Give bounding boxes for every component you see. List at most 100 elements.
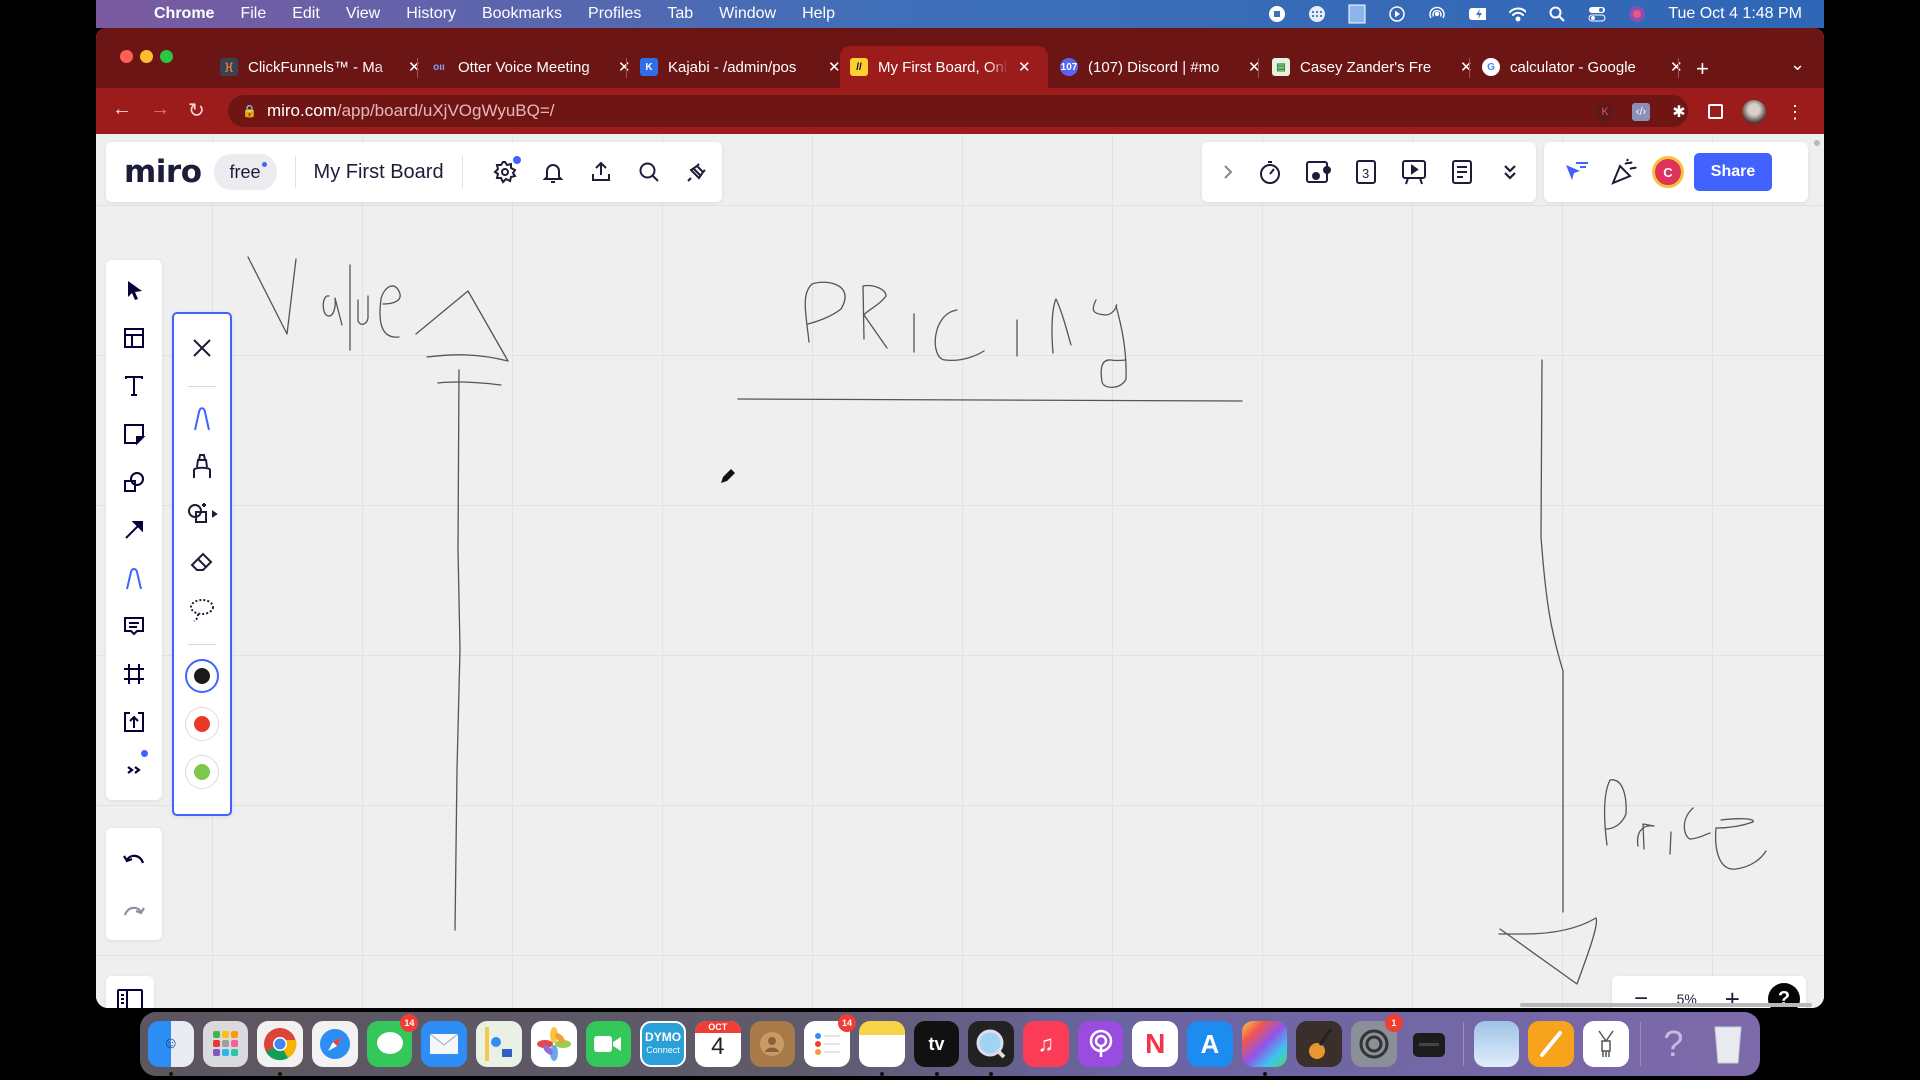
address-bar[interactable]: 🔒 miro.com/app/board/uXjVOgWyuBQ=/ ⇪ ☆ bbox=[228, 95, 1688, 127]
close-tab-icon[interactable]: ✕ bbox=[828, 58, 841, 76]
new-tab-button[interactable]: + bbox=[1696, 56, 1709, 82]
dock-apple-tv[interactable]: tv bbox=[913, 1021, 960, 1076]
integrations-icon[interactable] bbox=[673, 148, 721, 196]
dock-safari[interactable] bbox=[312, 1021, 358, 1067]
wifi-icon[interactable] bbox=[1508, 5, 1527, 23]
horizontal-scrollbar[interactable] bbox=[1520, 1003, 1812, 1007]
lock-icon[interactable]: 🔒 bbox=[242, 104, 257, 118]
menu-edit[interactable]: Edit bbox=[292, 5, 320, 23]
color-red-swatch[interactable] bbox=[178, 704, 226, 744]
tab-discord[interactable]: 107 (107) Discord | #mo ✕ bbox=[1050, 46, 1271, 88]
menu-bookmarks[interactable]: Bookmarks bbox=[482, 5, 562, 23]
dock-reminders[interactable]: 14 bbox=[804, 1014, 856, 1067]
dock-news[interactable]: N bbox=[1132, 1021, 1179, 1067]
upload-tool-icon[interactable] bbox=[110, 702, 158, 742]
lasso-icon[interactable] bbox=[178, 590, 226, 630]
dock-pages-stack[interactable] bbox=[1528, 1021, 1574, 1067]
dymo-icon[interactable] bbox=[1348, 4, 1366, 24]
profile-avatar[interactable] bbox=[1742, 100, 1766, 124]
chrome-menu-icon[interactable]: ⋮ bbox=[1786, 102, 1804, 122]
video-chat-icon[interactable] bbox=[1294, 148, 1342, 196]
keyboard-icon[interactable] bbox=[1308, 5, 1326, 23]
dock-mail[interactable] bbox=[421, 1021, 468, 1067]
dock-photos[interactable] bbox=[530, 1021, 577, 1067]
dock-trash[interactable] bbox=[1705, 1021, 1751, 1067]
play-icon[interactable] bbox=[1388, 5, 1406, 23]
export-icon[interactable] bbox=[577, 148, 625, 196]
smart-drawing-icon[interactable] bbox=[178, 494, 226, 534]
connection-line-tool-icon[interactable] bbox=[110, 510, 158, 550]
tab-miro-active[interactable]: // My First Board, Onl ✕ bbox=[840, 46, 1048, 88]
dock-finder[interactable]: ☺ bbox=[148, 1021, 194, 1076]
maximize-window-button[interactable] bbox=[160, 50, 173, 63]
celebrate-icon[interactable] bbox=[1600, 148, 1648, 196]
tab-search-button[interactable]: ⌄ bbox=[1790, 54, 1805, 75]
dock-facetime[interactable] bbox=[585, 1021, 632, 1067]
reload-button[interactable]: ↻ bbox=[188, 98, 205, 123]
undo-icon[interactable] bbox=[110, 838, 158, 878]
menu-window[interactable]: Window bbox=[719, 5, 776, 23]
menu-view[interactable]: View bbox=[346, 5, 380, 23]
eraser-icon[interactable] bbox=[178, 542, 226, 582]
more-icon[interactable] bbox=[1486, 148, 1534, 196]
shapes-tool-icon[interactable] bbox=[110, 462, 158, 502]
extensions-puzzle-icon[interactable]: ✱ bbox=[1670, 103, 1688, 121]
presentation-icon[interactable] bbox=[1390, 148, 1438, 196]
menu-file[interactable]: File bbox=[240, 5, 266, 23]
dock-system-preferences[interactable]: 1 bbox=[1351, 1014, 1403, 1067]
dock-garageband[interactable] bbox=[1296, 1021, 1343, 1067]
board-name[interactable]: My First Board bbox=[314, 161, 444, 184]
pen-tool-icon[interactable] bbox=[110, 558, 158, 598]
dock-preview-stack[interactable] bbox=[1473, 1021, 1520, 1067]
select-tool-icon[interactable] bbox=[110, 270, 158, 310]
dock-messages[interactable]: 14 bbox=[366, 1014, 419, 1067]
dock-utility-stack[interactable] bbox=[1582, 1021, 1629, 1067]
dock-help[interactable]: ? bbox=[1651, 1021, 1697, 1067]
cursor-filter-icon[interactable] bbox=[1552, 148, 1600, 196]
battery-charging-icon[interactable] bbox=[1468, 5, 1487, 23]
share-button[interactable]: Share bbox=[1694, 153, 1772, 191]
miro-board-canvas[interactable]: miro free My First Board 3 C Share − 5% … bbox=[96, 134, 1824, 1008]
close-tab-icon[interactable]: ✕ bbox=[1460, 58, 1473, 76]
dock-chrome[interactable] bbox=[257, 1021, 304, 1076]
frame-tool-icon[interactable] bbox=[110, 654, 158, 694]
pen-icon[interactable] bbox=[178, 398, 226, 438]
sticky-note-tool-icon[interactable] bbox=[110, 414, 158, 454]
dock-dymo-connect[interactable]: DYMO Connect bbox=[640, 1021, 686, 1067]
tab-kajabi[interactable]: K Kajabi - /admin/pos ✕ bbox=[630, 46, 851, 88]
dock-launchpad[interactable] bbox=[202, 1021, 249, 1067]
miro-logo[interactable]: miro bbox=[124, 154, 202, 190]
comment-tool-icon[interactable] bbox=[110, 606, 158, 646]
notifications-icon[interactable] bbox=[529, 148, 577, 196]
notes-icon[interactable] bbox=[1438, 148, 1486, 196]
menu-profiles[interactable]: Profiles bbox=[588, 5, 641, 23]
highlighter-icon[interactable] bbox=[178, 446, 226, 486]
dock-final-cut-pro[interactable] bbox=[1241, 1021, 1288, 1076]
close-tab-icon[interactable]: ✕ bbox=[408, 58, 421, 76]
menu-chrome[interactable]: Chrome bbox=[154, 5, 214, 23]
timer-icon[interactable] bbox=[1246, 148, 1294, 196]
more-tools-icon[interactable] bbox=[110, 750, 158, 790]
control-center-icon[interactable] bbox=[1588, 5, 1606, 23]
extension-code-icon[interactable]: ‹/› bbox=[1632, 103, 1650, 121]
tab-otter[interactable]: oıı Otter Voice Meeting ✕ bbox=[420, 46, 641, 88]
spotlight-search-icon[interactable] bbox=[1548, 5, 1566, 23]
dock-music[interactable]: ♫ bbox=[1023, 1021, 1069, 1067]
close-tab-icon[interactable]: ✕ bbox=[1018, 58, 1031, 76]
dock-notes[interactable] bbox=[858, 1021, 905, 1076]
dock-contacts[interactable] bbox=[749, 1021, 796, 1067]
close-tab-icon[interactable]: ✕ bbox=[618, 58, 631, 76]
clock[interactable]: Tue Oct 4 1:48 PM bbox=[1668, 5, 1802, 23]
menu-tab[interactable]: Tab bbox=[667, 5, 693, 23]
color-green-swatch[interactable] bbox=[178, 752, 226, 792]
user-avatar[interactable]: C bbox=[1652, 156, 1684, 188]
extension-k-icon[interactable]: K bbox=[1596, 103, 1614, 121]
color-black-swatch[interactable] bbox=[178, 656, 226, 696]
settings-icon[interactable] bbox=[481, 148, 529, 196]
dock-quicktime[interactable] bbox=[968, 1021, 1015, 1076]
screen-record-icon[interactable] bbox=[1268, 5, 1286, 23]
voting-icon[interactable]: 3 bbox=[1342, 148, 1390, 196]
siri-icon[interactable] bbox=[1628, 5, 1646, 23]
menu-history[interactable]: History bbox=[406, 5, 456, 23]
dock-calendar[interactable]: OCT 4 bbox=[694, 1021, 741, 1067]
